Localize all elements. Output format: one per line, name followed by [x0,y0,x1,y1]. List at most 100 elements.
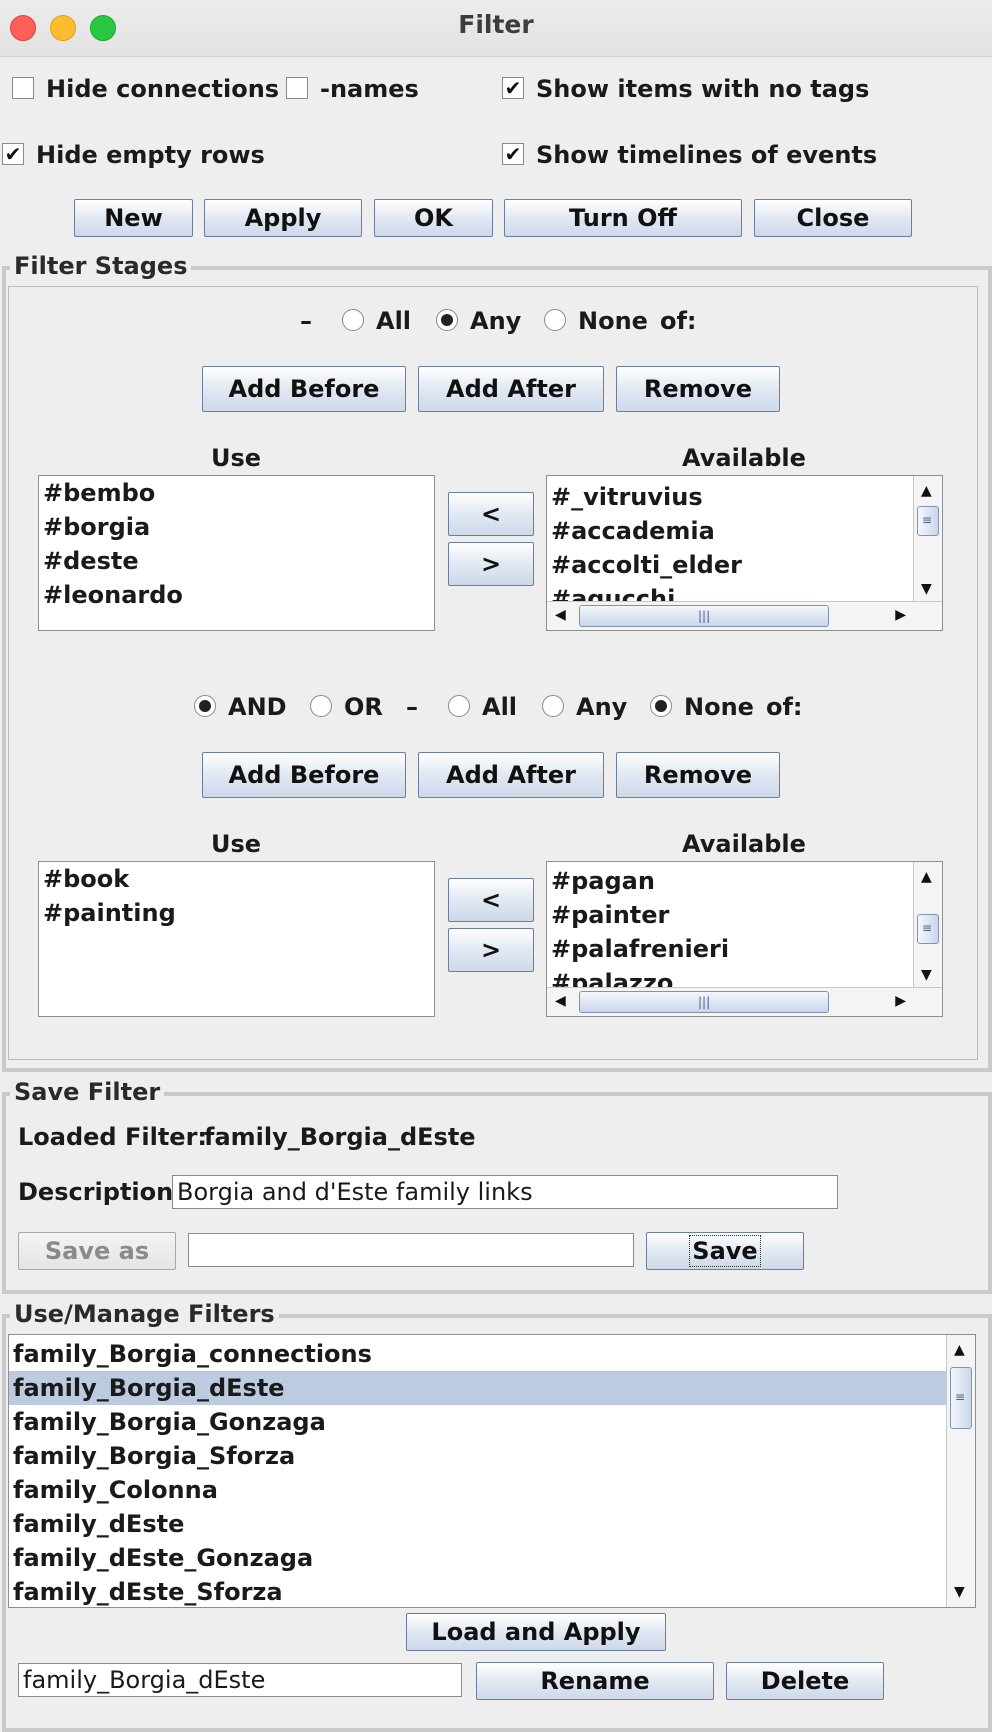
list-item[interactable]: #accolti_elder [547,548,914,582]
stage2-none-radio[interactable] [650,695,672,717]
filter-list-item[interactable]: family_Borgia_connections [9,1337,947,1371]
stage1-all-radio[interactable] [342,309,364,331]
filter-list-item[interactable]: family_Colonna [9,1473,947,1507]
stage1-available-hscrollbar[interactable]: ◀ ||| ▶ [547,601,942,630]
scroll-up-icon[interactable]: ▲ [921,484,932,498]
save-button[interactable]: Save [646,1232,804,1270]
stage2-dash: – [406,693,418,721]
scroll-thumb[interactable]: ≡ [917,506,939,536]
stage2-add-after-button[interactable]: Add After [418,752,604,798]
list-item[interactable]: #pagan [547,864,914,898]
scroll-right-icon[interactable]: ▶ [895,994,906,1008]
stage1-none-label: None [578,307,648,335]
scroll-right-icon[interactable]: ▶ [895,608,906,622]
stage1-use-list[interactable]: #bembo #borgia #deste #leonardo [38,475,435,631]
stage1-of-label: of: [660,307,697,335]
stage1-add-after-button[interactable]: Add After [418,366,604,412]
scroll-left-icon[interactable]: ◀ [555,994,566,1008]
save-as-button[interactable]: Save as [18,1232,176,1270]
save-button-label: Save [689,1235,761,1267]
stage2-available-list[interactable]: #pagan #painter #palafrenieri #palazzo ▲… [546,861,943,1017]
scroll-thumb[interactable]: ≡ [950,1367,972,1429]
list-item[interactable]: #_vitruvius [547,480,914,514]
window-title: Filter [458,10,534,39]
stage2-none-label: None [684,693,754,721]
filter-list-item[interactable]: family_dEste_Gonzaga [9,1541,947,1575]
scroll-thumb[interactable]: ≡ [917,914,939,944]
scroll-down-icon[interactable]: ▼ [921,582,932,596]
stage2-use-list[interactable]: #book #painting [38,861,435,1017]
scroll-up-icon[interactable]: ▲ [921,870,932,884]
stage2-remove-button[interactable]: Remove [616,752,780,798]
filters-list-vscrollbar[interactable]: ▲ ≡ ▼ [946,1335,975,1607]
scroll-up-icon[interactable]: ▲ [954,1343,965,1357]
rename-button[interactable]: Rename [476,1662,714,1700]
stage2-available-vscrollbar[interactable]: ▲ ≡ ▼ [913,862,942,988]
stage2-available-hscrollbar[interactable]: ◀ ||| ▶ [547,987,942,1016]
filters-list-viewport: family_Borgia_connections family_Borgia_… [9,1337,947,1607]
stage2-any-radio[interactable] [542,695,564,717]
stage1-any-radio[interactable] [436,309,458,331]
stage1-move-right-button[interactable]: > [448,542,534,586]
delete-button[interactable]: Delete [726,1662,884,1700]
list-item[interactable]: #borgia [39,510,434,544]
stage1-none-radio[interactable] [544,309,566,331]
scroll-down-icon[interactable]: ▼ [921,968,932,982]
new-button[interactable]: New [74,199,193,237]
scroll-thumb[interactable]: ||| [579,991,829,1013]
list-item[interactable]: #book [39,862,434,896]
scroll-thumb[interactable]: ||| [579,605,829,627]
stage1-add-before-button[interactable]: Add Before [202,366,406,412]
stage2-all-radio[interactable] [448,695,470,717]
turn-off-button[interactable]: Turn Off [504,199,742,237]
close-button[interactable]: Close [754,199,912,237]
hide-connections-checkbox[interactable] [12,77,34,99]
list-item[interactable]: #painter [547,898,914,932]
filter-list-item[interactable]: family_Borgia_Sforza [9,1439,947,1473]
stage1-available-vscrollbar[interactable]: ▲ ≡ ▼ [913,476,942,602]
stage2-use-header: Use [210,830,262,858]
list-item[interactable]: #bembo [39,476,434,510]
list-item[interactable]: #palazzo [547,966,914,988]
stage1-available-list[interactable]: #_vitruvius #accademia #accolti_elder #a… [546,475,943,631]
filter-list-item[interactable]: family_Borgia_Gonzaga [9,1405,947,1439]
filter-list-item-selected[interactable]: family_Borgia_dEste [9,1371,947,1405]
filter-list-item[interactable]: family_dEste_Sforza [9,1575,947,1607]
ok-button[interactable]: OK [374,199,493,237]
description-field[interactable]: Borgia and d'Este family links [172,1175,838,1209]
hide-connections-label: Hide connections [46,75,280,103]
stage2-and-radio[interactable] [194,695,216,717]
scroll-down-icon[interactable]: ▼ [954,1585,965,1599]
save-as-field[interactable] [188,1233,634,1267]
stage1-move-left-button[interactable]: < [448,492,534,536]
hide-empty-rows-checkbox[interactable]: ✔ [2,143,24,165]
filter-name-field[interactable]: family_Borgia_dEste [18,1663,462,1697]
scroll-left-icon[interactable]: ◀ [555,608,566,622]
show-timelines-label: Show timelines of events [536,141,878,169]
filter-list-item[interactable]: family_dEste [9,1507,947,1541]
stage2-move-right-button[interactable]: > [448,928,534,972]
stage2-of-label: of: [766,693,803,721]
stage2-add-before-button[interactable]: Add Before [202,752,406,798]
stage2-move-left-button[interactable]: < [448,878,534,922]
stage1-remove-button[interactable]: Remove [616,366,780,412]
list-item[interactable]: #painting [39,896,434,930]
show-no-tags-checkbox[interactable]: ✔ [502,77,524,99]
stage2-or-radio[interactable] [310,695,332,717]
grip-icon: ≡ [922,921,933,935]
show-timelines-checkbox[interactable]: ✔ [502,143,524,165]
list-item[interactable]: #leonardo [39,578,434,612]
load-and-apply-button[interactable]: Load and Apply [406,1613,666,1651]
list-item[interactable]: #deste [39,544,434,578]
grip-icon: ||| [698,995,711,1009]
names-checkbox[interactable] [286,77,308,99]
apply-button[interactable]: Apply [204,199,362,237]
list-item[interactable]: #agucchi [547,582,914,602]
loaded-filter-value: family_Borgia_dEste [204,1123,476,1151]
filter-stages-title: Filter Stages [10,252,192,280]
manage-filters-title: Use/Manage Filters [10,1300,279,1328]
stage2-all-label: All [482,693,518,721]
filters-list[interactable]: family_Borgia_connections family_Borgia_… [8,1334,976,1608]
list-item[interactable]: #palafrenieri [547,932,914,966]
list-item[interactable]: #accademia [547,514,914,548]
